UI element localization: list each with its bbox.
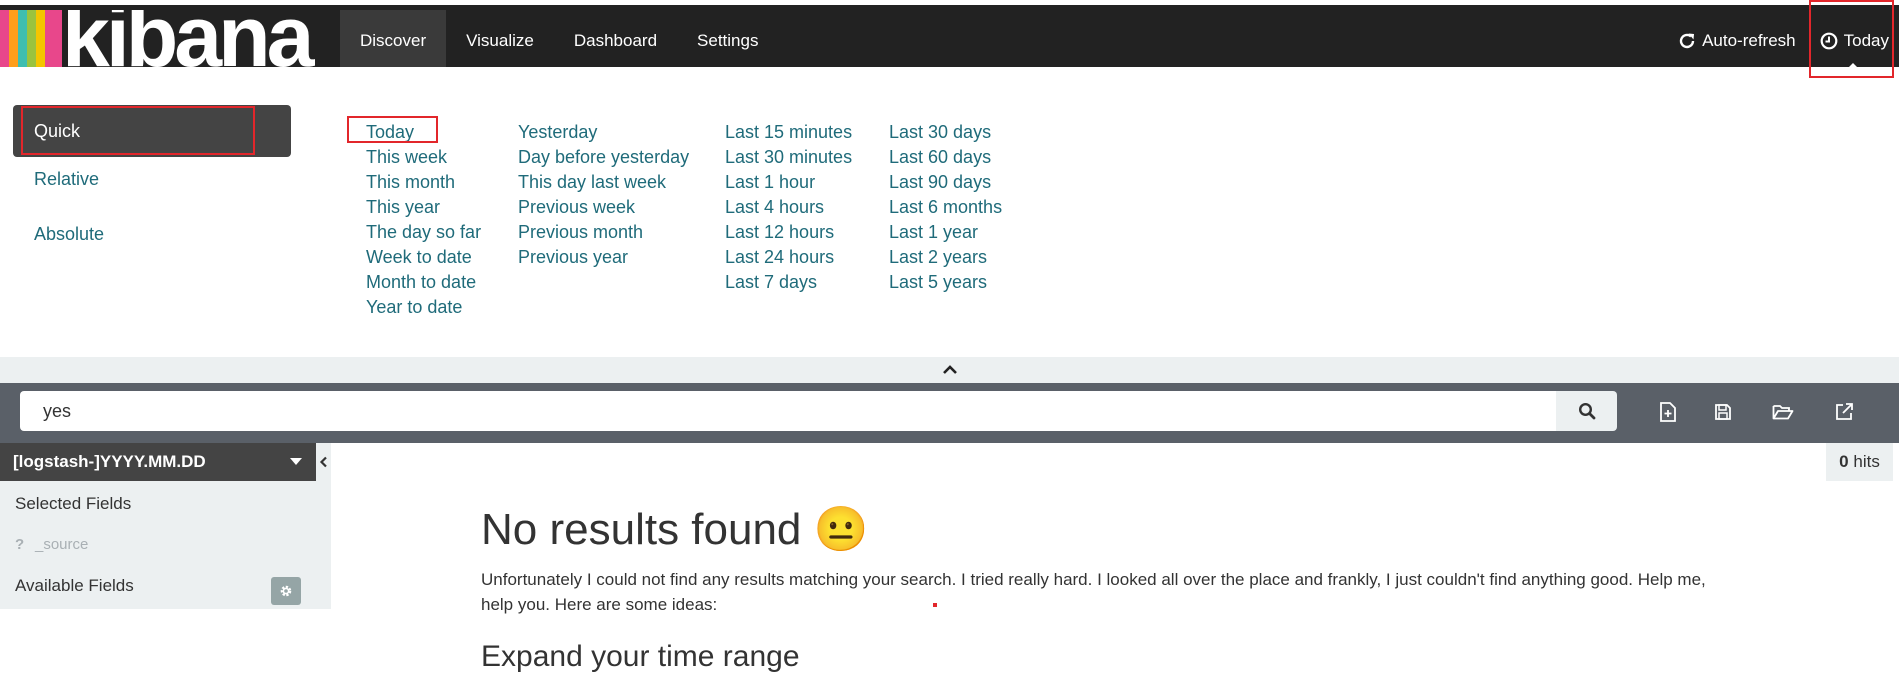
save-search-button[interactable] — [1705, 397, 1741, 427]
field-name: _source — [35, 536, 89, 553]
time-picker-label: Today — [1843, 31, 1889, 50]
logo-stripe — [45, 10, 62, 72]
expand-time-range-heading: Expand your time range — [481, 640, 800, 673]
quick-range-link[interactable]: Previous year — [518, 245, 689, 270]
chevron-left-icon — [319, 456, 327, 468]
main-nav: Discover Visualize Dashboard Settings — [340, 10, 778, 72]
new-search-button[interactable] — [1650, 397, 1686, 427]
auto-refresh-button[interactable]: Auto-refresh — [1666, 10, 1808, 72]
nav-discover[interactable]: Discover — [340, 10, 447, 72]
auto-refresh-label: Auto-refresh — [1702, 31, 1796, 50]
collapse-sidebar-button[interactable] — [316, 443, 331, 481]
available-fields-heading: Available Fields — [15, 576, 134, 595]
kibana-logo[interactable]: kibana — [0, 10, 318, 72]
quick-range-link[interactable]: Last 6 months — [889, 195, 1002, 220]
quick-range-link[interactable]: This month — [366, 170, 481, 195]
quick-column: Last 30 days Last 60 days Last 90 days Last… — [889, 120, 1002, 295]
logo-stripe — [27, 10, 36, 72]
logo-stripe — [36, 10, 45, 72]
nav-dashboard[interactable]: Dashboard — [554, 10, 677, 72]
quick-range-link[interactable]: Yesterday — [518, 120, 689, 145]
open-search-button[interactable] — [1765, 397, 1801, 427]
logo-stripe — [18, 10, 27, 72]
quick-range-link[interactable]: Previous month — [518, 220, 689, 245]
no-results-title: No results found 😐 — [481, 505, 869, 554]
field-type-icon: ? — [15, 536, 25, 553]
timepicker-mode-relative[interactable]: Relative — [13, 159, 291, 199]
timepicker-mode-absolute[interactable]: Absolute — [13, 214, 291, 254]
quick-column: Yesterday Day before yesterday This day la… — [518, 120, 689, 270]
quick-range-link[interactable]: Last 90 days — [889, 170, 1002, 195]
nav-visualize[interactable]: Visualize — [446, 10, 554, 72]
quick-range-link[interactable]: Last 24 hours — [725, 245, 852, 270]
share-icon — [1836, 403, 1853, 420]
top-navbar: kibana Discover Visualize Dashboard Sett… — [0, 0, 1899, 72]
quick-range-link[interactable]: Last 60 days — [889, 145, 1002, 170]
logo-stripe — [9, 10, 18, 72]
search-button[interactable] — [1556, 391, 1617, 431]
quick-range-link[interactable]: Last 4 hours — [725, 195, 852, 220]
quick-range-link[interactable]: Last 5 years — [889, 270, 1002, 295]
index-pattern-label: [logstash-]YYYY.MM.DD — [13, 452, 206, 471]
field-settings-button[interactable] — [271, 577, 301, 605]
gear-icon — [280, 585, 292, 597]
nav-settings[interactable]: Settings — [677, 10, 778, 72]
quick-range-link[interactable]: This day last week — [518, 170, 689, 195]
share-search-button[interactable] — [1826, 397, 1862, 427]
open-folder-icon — [1772, 405, 1794, 420]
selected-fields-heading: Selected Fields — [15, 494, 132, 513]
chevron-up-icon — [942, 365, 957, 374]
quick-range-link[interactable]: Previous week — [518, 195, 689, 220]
quick-range-link[interactable]: Last 1 year — [889, 220, 1002, 245]
quick-range-link[interactable]: Today — [366, 120, 481, 145]
quick-range-link[interactable]: Last 1 hour — [725, 170, 852, 195]
search-icon — [1578, 402, 1595, 420]
quick-range-link[interactable]: Day before yesterday — [518, 145, 689, 170]
quick-range-link[interactable]: Week to date — [366, 245, 481, 270]
logo-stripe — [0, 10, 9, 72]
hits-label: hits — [1853, 452, 1880, 471]
search-input[interactable] — [20, 391, 1556, 431]
refresh-icon — [1679, 33, 1695, 49]
quick-range-link[interactable]: Last 30 minutes — [725, 145, 852, 170]
annotation-dot — [933, 603, 937, 607]
logo-wordmark: kibana — [62, 10, 314, 72]
search-bar — [0, 383, 1899, 443]
field-source[interactable]: ? _source — [15, 536, 88, 553]
quick-range-link[interactable]: Year to date — [366, 295, 481, 320]
navbar-right: Auto-refresh Today — [1666, 10, 1899, 72]
quick-range-link[interactable]: The day so far — [366, 220, 481, 245]
timepicker-mode-quick[interactable]: Quick — [13, 105, 291, 157]
save-icon — [1715, 404, 1731, 420]
fields-sidebar: [logstash-]YYYY.MM.DD Selected Fields ? _… — [0, 443, 331, 609]
quick-range-link[interactable]: Last 15 minutes — [725, 120, 852, 145]
hits-counter: 0 hits — [1826, 443, 1893, 481]
quick-range-link[interactable]: Last 12 hours — [725, 220, 852, 245]
hits-count: 0 — [1839, 452, 1849, 471]
quick-column: Last 15 minutes Last 30 minutes Last 1 hou… — [725, 120, 852, 295]
caret-down-icon — [290, 458, 302, 465]
timepicker-panel: Quick Relative Absolute Today This week Th… — [0, 67, 1899, 357]
quick-range-link[interactable]: Last 2 years — [889, 245, 1002, 270]
timepicker-collapse-bar[interactable] — [0, 357, 1899, 383]
quick-range-link[interactable]: Last 7 days — [725, 270, 852, 295]
quick-range-link[interactable]: Month to date — [366, 270, 481, 295]
quick-range-link[interactable]: Last 30 days — [889, 120, 1002, 145]
clock-icon — [1820, 32, 1838, 50]
no-results-message: Unfortunately I could not find any resul… — [481, 570, 1706, 614]
time-picker-button[interactable]: Today — [1808, 10, 1899, 72]
new-document-icon — [1660, 402, 1676, 422]
index-pattern-selector[interactable]: [logstash-]YYYY.MM.DD — [0, 443, 316, 481]
quick-range-link[interactable]: This week — [366, 145, 481, 170]
quick-range-link[interactable]: This year — [366, 195, 481, 220]
quick-column: Today This week This month This year The day… — [366, 120, 481, 320]
